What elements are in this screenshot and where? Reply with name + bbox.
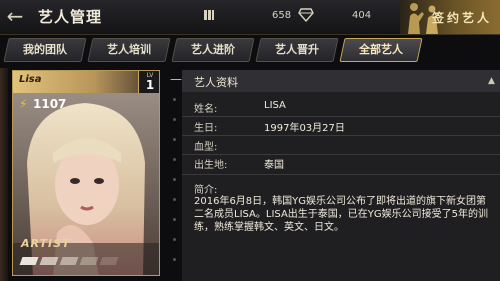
tab-all-artists[interactable]: 全部艺人 bbox=[339, 38, 423, 62]
dot bbox=[173, 258, 176, 261]
tab-artist-advance[interactable]: 艺人进阶 bbox=[171, 38, 255, 62]
dot bbox=[173, 98, 176, 101]
star-segment bbox=[59, 257, 79, 265]
divider bbox=[182, 116, 500, 117]
power-value: 1107 bbox=[33, 97, 67, 111]
artist-name: Lisa bbox=[19, 74, 42, 85]
tab-label: 艺人晋升 bbox=[275, 43, 319, 56]
tab-label: 全部艺人 bbox=[359, 43, 403, 56]
field-label: 血型: bbox=[194, 142, 218, 153]
field-label: 姓名: bbox=[194, 104, 218, 115]
star-segment bbox=[79, 257, 99, 265]
tab-label: 艺人培训 bbox=[107, 43, 151, 56]
tab-artist-training[interactable]: 艺人培训 bbox=[87, 38, 171, 62]
sign-artist-button[interactable]: 签约艺人 bbox=[400, 0, 500, 34]
resource-value: 404 bbox=[352, 10, 372, 21]
divider bbox=[182, 174, 500, 175]
bars-icon bbox=[200, 8, 218, 26]
dot bbox=[173, 158, 176, 161]
star-segment bbox=[19, 257, 39, 265]
field-label: 出生地: bbox=[194, 160, 228, 171]
dot bbox=[173, 218, 176, 221]
star-segment bbox=[99, 257, 119, 265]
info-row-blood-type: 血型: bbox=[194, 138, 484, 153]
profile-panel: 艺人资料 ▲ 姓名: LISA 生日: 1997年03月27日 血型: 出生地:… bbox=[182, 70, 500, 281]
profile-header: 艺人资料 ▲ bbox=[182, 70, 500, 92]
resource-value: 658 bbox=[272, 10, 292, 21]
collapse-icon[interactable]: — bbox=[170, 72, 182, 86]
divider bbox=[182, 154, 500, 155]
lightning-icon: ⚡ bbox=[19, 97, 28, 111]
tab-label: 艺人进阶 bbox=[191, 43, 235, 56]
info-row-birthplace: 出生地: 泰国 bbox=[194, 156, 484, 171]
field-value: 1997年03月27日 bbox=[264, 123, 345, 134]
tab-bar: 我的团队 艺人培训 艺人进阶 艺人晋升 全部艺人 bbox=[0, 36, 500, 64]
dot bbox=[173, 238, 176, 241]
level-value: 1 bbox=[145, 78, 155, 92]
profile-title: 艺人资料 bbox=[194, 76, 238, 89]
sign-artist-label: 签约艺人 bbox=[431, 11, 492, 25]
tab-label: 我的团队 bbox=[23, 43, 67, 56]
top-bar: ← 艺人管理 658 404 签约艺人 bbox=[0, 0, 500, 35]
intro-text: 2016年6月8日，韩国YG娱乐公司公布了即将出道的旗下新女团第二名成员LISA… bbox=[194, 196, 489, 233]
artist-card[interactable]: Lisa LV 1 ⚡ 1107 ARTIST bbox=[12, 70, 160, 276]
info-row-birthday: 生日: 1997年03月27日 bbox=[194, 119, 484, 134]
diamond-icon bbox=[297, 8, 315, 26]
dot bbox=[173, 138, 176, 141]
field-label: 生日: bbox=[194, 123, 218, 134]
card-header: Lisa LV 1 bbox=[13, 71, 159, 93]
tab-artist-promotion[interactable]: 艺人晋升 bbox=[255, 38, 339, 62]
dot bbox=[173, 178, 176, 181]
scroll-up-icon[interactable]: ▲ bbox=[488, 76, 498, 86]
field-value: LISA bbox=[264, 100, 286, 111]
divider bbox=[182, 135, 500, 136]
field-value: 泰国 bbox=[264, 160, 284, 171]
page-title: 艺人管理 bbox=[38, 8, 103, 26]
info-row-name: 姓名: LISA bbox=[194, 100, 484, 115]
intro-label: 简介: bbox=[194, 185, 218, 196]
dot bbox=[173, 118, 176, 121]
tab-my-team[interactable]: 我的团队 bbox=[3, 38, 87, 62]
previous-card-edge[interactable] bbox=[0, 68, 8, 281]
artist-logo: ARTIST bbox=[21, 237, 71, 250]
star-segment bbox=[39, 257, 59, 265]
level-badge: LV 1 bbox=[138, 71, 159, 93]
panel-side-strip bbox=[168, 70, 180, 281]
back-arrow-icon[interactable]: ← bbox=[4, 5, 26, 27]
dot bbox=[173, 198, 176, 201]
